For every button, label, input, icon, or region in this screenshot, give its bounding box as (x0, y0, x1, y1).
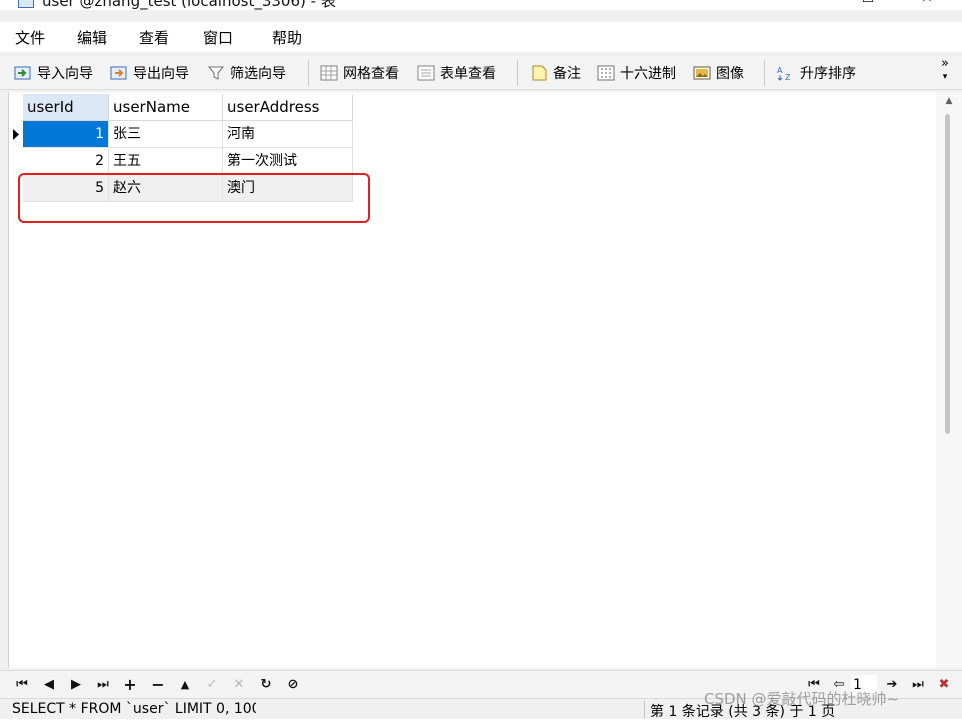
export-wizard-button[interactable]: 导出向导 (110, 61, 189, 85)
move-up-icon[interactable]: ▲ (175, 675, 195, 695)
export-icon (110, 65, 128, 81)
cell-username[interactable]: 王五 (109, 148, 223, 175)
status-divider (644, 701, 645, 718)
svg-text:A: A (777, 66, 783, 75)
sort-ascending-icon: AZ (777, 65, 795, 82)
form-view-button[interactable]: 表单查看 (417, 61, 496, 85)
grid-icon (320, 65, 338, 81)
caret-down-icon: ▾ (942, 72, 948, 82)
title-bar: user @zhang_test (localhost_3306) - 表 — … (0, 0, 962, 10)
vertical-scrollbar[interactable]: ▲ (936, 92, 962, 668)
current-row-indicator-icon (9, 121, 23, 148)
hex-label: 十六进制 (620, 66, 676, 82)
filter-wizard-button[interactable]: 筛选向导 (207, 61, 286, 85)
chevron-double-right-icon: » (941, 56, 949, 71)
scrollbar-thumb[interactable] (945, 114, 950, 434)
toolbar-overflow-button[interactable]: » ▾ (938, 56, 952, 83)
row-indicator (9, 148, 23, 175)
highlight-annotation-box (18, 173, 370, 223)
filter-wizard-label: 筛选向导 (230, 66, 286, 82)
apply-changes-icon[interactable]: ✓ (202, 675, 222, 695)
stop-icon[interactable]: ⊘ (283, 675, 303, 695)
menu-window[interactable]: 窗口 (203, 27, 233, 48)
table-row[interactable]: 1 张三 河南 (9, 121, 353, 148)
minimize-button[interactable]: — (774, 0, 820, 10)
row-indicator-header (9, 94, 23, 121)
navicat-table-window: user @zhang_test (localhost_3306) - 表 — … (0, 0, 962, 720)
watermark-text: CSDN @爱敲代码的杜晓帅~ (704, 690, 900, 708)
hex-icon (597, 65, 615, 81)
cell-userid[interactable]: 1 (23, 121, 109, 148)
grid-header: userId userName userAddress (9, 94, 353, 121)
toolbar-divider (308, 60, 309, 86)
cell-userid[interactable]: 2 (23, 148, 109, 175)
grid-view-button[interactable]: 网格查看 (320, 61, 399, 85)
menu-help[interactable]: 帮助 (272, 27, 302, 48)
cell-useraddress[interactable]: 第一次测试 (223, 148, 353, 175)
maximize-button[interactable]: ☐ (845, 0, 891, 10)
refresh-icon[interactable]: ↻ (256, 675, 276, 695)
window-title: user @zhang_test (localhost_3306) - 表 (42, 0, 336, 10)
toolbar: 导入向导 导出向导 筛选向导 网格查看 表单查看 备注 十六进制 图像 A Z … (0, 56, 962, 90)
first-record-icon[interactable]: ⏮ (12, 675, 32, 695)
discard-changes-icon[interactable]: ✕ (229, 675, 249, 695)
import-wizard-button[interactable]: 导入向导 (14, 61, 93, 85)
toolbar-divider (764, 60, 765, 86)
form-view-label: 表单查看 (440, 66, 496, 82)
image-button[interactable]: 图像 (693, 61, 744, 85)
previous-record-icon[interactable]: ◀ (39, 675, 59, 695)
next-record-icon[interactable]: ▶ (66, 675, 86, 695)
column-header-useraddress[interactable]: userAddress (223, 94, 353, 121)
sort-ascending-label: 升序排序 (800, 66, 856, 82)
memo-icon (530, 65, 548, 81)
menu-bar: 文件 编辑 查看 窗口 帮助 (0, 22, 962, 52)
image-label: 图像 (716, 66, 744, 82)
add-record-icon[interactable]: + (120, 675, 140, 695)
export-wizard-label: 导出向导 (133, 66, 189, 82)
svg-text:Z: Z (785, 73, 791, 81)
cell-username[interactable]: 张三 (109, 121, 223, 148)
sort-ascending-button[interactable]: AZ 升序排序 (777, 61, 856, 85)
memo-label: 备注 (553, 66, 581, 82)
last-page-icon[interactable]: ⏭ (908, 675, 928, 695)
status-sql-text: SELECT * FROM `user` LIMIT 0, 1000 (12, 701, 256, 717)
import-wizard-label: 导入向导 (37, 66, 93, 82)
toolbar-divider (517, 60, 518, 86)
last-record-icon[interactable]: ⏭ (93, 675, 113, 695)
memo-button[interactable]: 备注 (530, 61, 581, 85)
window-left-edge (0, 90, 8, 719)
filter-icon (207, 65, 225, 81)
form-icon (417, 65, 435, 81)
hex-button[interactable]: 十六进制 (597, 61, 676, 85)
delete-record-icon[interactable]: − (148, 675, 168, 695)
scroll-up-arrow-icon[interactable]: ▲ (936, 96, 962, 106)
menu-edit[interactable]: 编辑 (77, 27, 107, 48)
menu-file[interactable]: 文件 (15, 27, 45, 48)
column-header-userid[interactable]: userId (23, 94, 109, 121)
table-row[interactable]: 2 王五 第一次测试 (9, 148, 353, 175)
close-button[interactable]: ✕ (904, 0, 950, 10)
column-header-username[interactable]: userName (109, 94, 223, 121)
cell-useraddress[interactable]: 河南 (223, 121, 353, 148)
grid-view-label: 网格查看 (343, 66, 399, 82)
import-icon (14, 65, 32, 81)
image-icon (693, 65, 711, 81)
tools-icon[interactable]: ✖ (934, 675, 954, 695)
menu-view[interactable]: 查看 (139, 27, 169, 48)
table-icon (18, 0, 34, 8)
